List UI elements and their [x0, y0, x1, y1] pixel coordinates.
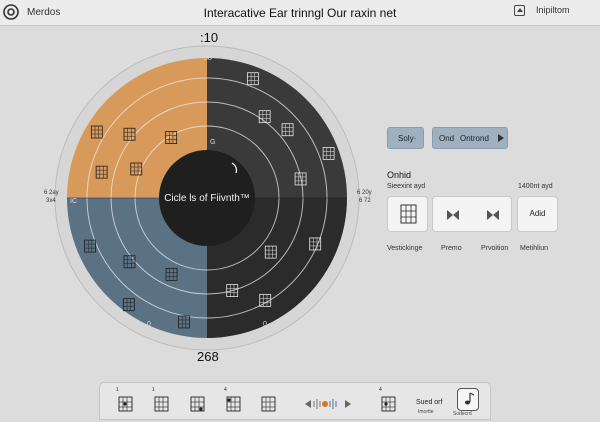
circle-of-fifths-wheel[interactable]: Cicle ls of Fiivnth™ G IC 0 0 38 :10 268…	[0, 26, 420, 374]
left-label-2: 3x4	[46, 198, 56, 204]
bottom-text-primary: Sued orf	[416, 399, 443, 406]
scrubber-handle-icon	[322, 401, 328, 407]
media-controls	[447, 210, 499, 220]
chord-slot-2[interactable]: 1	[150, 387, 176, 417]
chord-slot-3[interactable]	[186, 387, 212, 417]
ring-mark-ic: IC	[70, 198, 77, 205]
right-label-1: 6 20y	[357, 190, 372, 196]
chord-slot-1[interactable]: 1	[114, 387, 140, 417]
style-button[interactable]: Soly·	[387, 127, 424, 149]
bottom-number: 268	[197, 349, 219, 364]
top-bar: Merdos Interacative Ear trinngl Our raxi…	[0, 0, 600, 26]
section-subtitle-right: 1400nt ayd	[518, 183, 553, 190]
audio-scrubber[interactable]	[303, 397, 353, 411]
chord-slot-number: 1	[116, 387, 119, 393]
fast-forward-icon	[487, 210, 499, 220]
rewind-icon	[447, 210, 459, 220]
play-icon	[498, 134, 504, 142]
label-premo: Premo	[441, 245, 462, 252]
wheel-graphic[interactable]: Cicle ls of Fiivnth™ G IC 0 0 38	[0, 26, 420, 374]
section-subtitle-left: Sieexint ayd	[387, 183, 426, 190]
chord-slot-5[interactable]	[257, 387, 283, 417]
ring-mark-0a: 0	[147, 321, 151, 328]
style-button-label: Soly·	[398, 134, 417, 143]
chord-grid-icon	[400, 204, 417, 224]
chord-slot-4[interactable]: 4	[222, 387, 248, 417]
mode-button[interactable]: Inipiltom	[514, 4, 584, 20]
chord-slot-6[interactable]: 4	[377, 387, 403, 417]
wheel-center-title: Cicle ls of Fiivnth™	[164, 193, 250, 204]
chord-slot-number: 4	[224, 387, 227, 393]
onboard-right-label: Ontrond	[460, 134, 489, 143]
music-library-button[interactable]	[457, 388, 479, 411]
bottom-toolbar: 1 1 4 4 Sued orf Imortte Sodecrd	[99, 382, 491, 420]
section-title: Onhid	[387, 170, 412, 180]
chord-grid-card[interactable]	[387, 196, 428, 232]
ring-mark-0b: 0	[263, 321, 267, 328]
add-button[interactable]: Adid	[517, 196, 558, 232]
chord-slot-number: 1	[152, 387, 155, 393]
outer-top-label: 38	[204, 55, 212, 62]
label-vestickinge: Vestickinge	[387, 245, 423, 252]
music-library-label: Sodecrd	[453, 411, 472, 417]
add-button-label: Adid	[529, 209, 546, 218]
top-number: :10	[200, 30, 219, 45]
bottom-text-secondary: Imortte	[418, 409, 434, 415]
media-control-card[interactable]	[432, 196, 512, 232]
chord-diagram-icon	[190, 396, 205, 412]
chord-slot-number: 4	[379, 387, 382, 393]
onboard-left-label: Ond	[439, 134, 455, 143]
mode-label: Inipiltom	[536, 5, 570, 15]
page-title: Interacative Ear trinngl Our raxin net	[203, 6, 397, 20]
eject-icon	[514, 5, 525, 16]
onboard-button[interactable]: Ond Ontrond	[432, 127, 508, 149]
right-label-2: 6 72	[359, 198, 371, 204]
label-metihliun: Metihliun	[520, 245, 549, 252]
ring-mark-g: G	[210, 139, 215, 146]
music-note-icon	[464, 392, 475, 405]
left-label-1: 6 2ay	[44, 190, 59, 196]
chord-diagram-icon	[261, 396, 276, 412]
label-prvoition: Prvoition	[481, 245, 509, 252]
